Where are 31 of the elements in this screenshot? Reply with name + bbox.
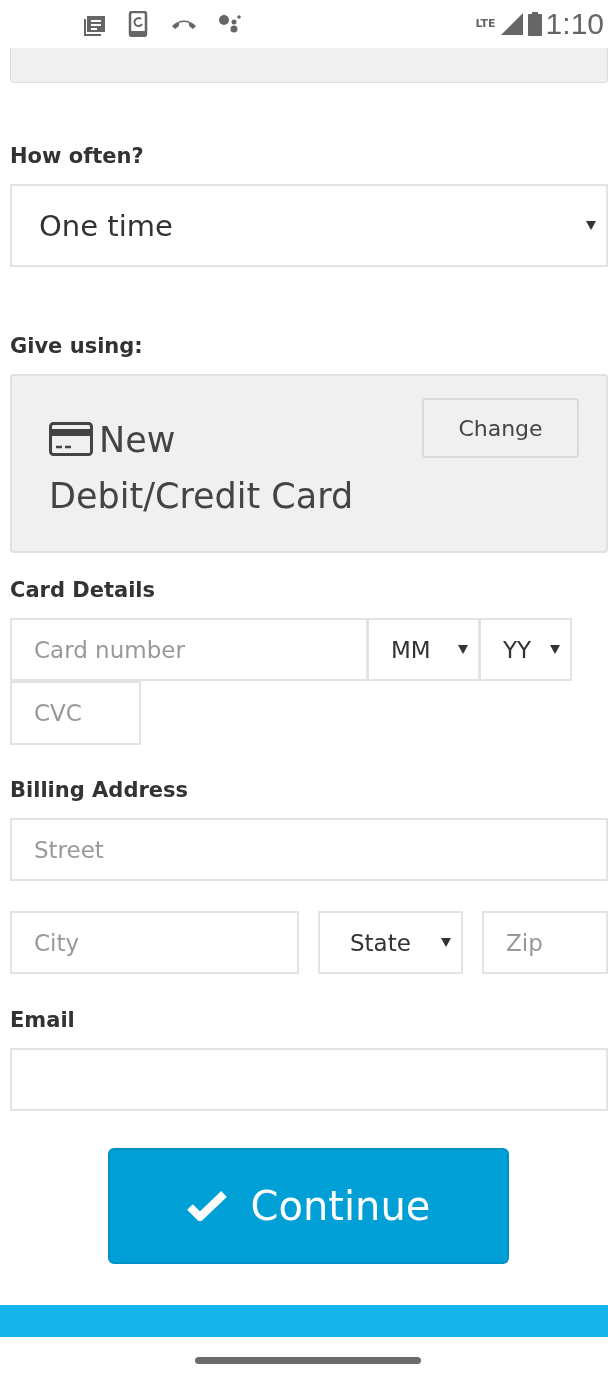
credit-card-icon xyxy=(49,422,93,456)
field-label: How often? xyxy=(10,143,145,170)
city-field[interactable]: City xyxy=(10,911,299,974)
dots-icon xyxy=(218,13,242,35)
network-type: LTE xyxy=(475,17,496,30)
dropdown-caret-icon xyxy=(586,221,596,230)
zip-field[interactable]: Zip xyxy=(482,911,608,974)
dropdown-caret-icon xyxy=(441,938,451,947)
change-button[interactable]: Change xyxy=(422,398,579,458)
frequency-select[interactable]: One time xyxy=(10,184,608,267)
payment-method-text: New Debit/Credit Card xyxy=(49,419,355,518)
card-number-field[interactable]: Card number xyxy=(10,618,368,681)
street-field[interactable]: Street xyxy=(10,818,608,881)
cvc-field[interactable]: CVC xyxy=(10,681,141,745)
dropdown-caret-icon xyxy=(458,645,468,654)
field-label: Card Details xyxy=(10,577,157,604)
battery-icon xyxy=(527,12,542,36)
field-label: Email xyxy=(10,1007,76,1034)
clock-time: 1:10 xyxy=(545,7,604,41)
state-select[interactable]: State xyxy=(318,911,463,974)
field-label: Billing Address xyxy=(10,777,189,804)
month-select[interactable]: MM xyxy=(367,618,480,681)
email-field[interactable] xyxy=(10,1048,608,1111)
checkmark-icon xyxy=(186,1191,227,1221)
dropdown-caret-icon xyxy=(550,645,560,654)
field-label: Give using: xyxy=(10,333,144,360)
form-field[interactable] xyxy=(10,48,608,83)
year-select[interactable]: YY xyxy=(479,618,572,681)
home-indicator[interactable] xyxy=(195,1357,421,1364)
phone-sync-icon xyxy=(128,11,150,37)
signal-icon xyxy=(499,12,524,36)
